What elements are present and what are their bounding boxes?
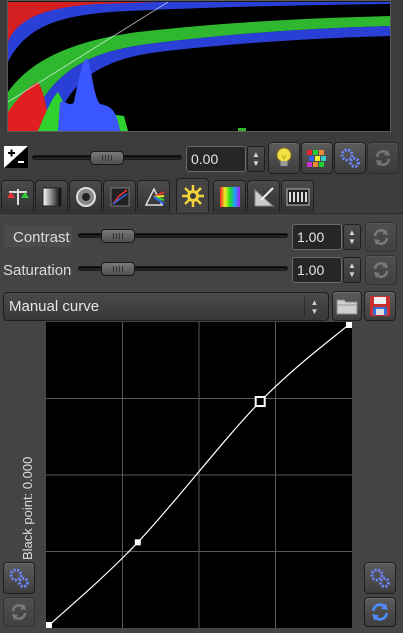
chevron-up-icon[interactable]: ▲ bbox=[348, 261, 356, 270]
exposure-reset-button[interactable] bbox=[367, 142, 399, 174]
contrast-value-field[interactable]: 1.00 bbox=[292, 224, 342, 250]
save-curve-button[interactable] bbox=[364, 291, 396, 321]
exposure-compensation-icon bbox=[4, 146, 28, 168]
open-curve-button[interactable] bbox=[332, 291, 362, 321]
spectrum-tab[interactable] bbox=[213, 180, 246, 212]
chevron-up-icon[interactable]: ▲ bbox=[348, 228, 356, 237]
gradient-square-icon bbox=[42, 187, 61, 206]
contrast-slider-thumb[interactable] bbox=[100, 229, 135, 243]
gears-icon bbox=[370, 568, 390, 588]
lens-icon bbox=[75, 186, 96, 207]
saturation-slider-thumb[interactable] bbox=[100, 262, 135, 276]
saturation-label: Saturation bbox=[3, 259, 71, 281]
saturation-value-field[interactable]: 1.00 bbox=[292, 257, 342, 283]
chevron-down-icon[interactable]: ▼ bbox=[252, 159, 260, 168]
curve-type-arrows[interactable]: ▲ ▼ bbox=[304, 297, 324, 317]
spectrum-icon bbox=[219, 186, 240, 207]
exposure-spinner[interactable]: ▲ ▼ bbox=[247, 146, 265, 172]
saturation-reset-button[interactable] bbox=[365, 255, 397, 285]
scales-icon bbox=[6, 188, 29, 205]
exposure-value: 0.00 bbox=[191, 151, 219, 167]
histogram bbox=[7, 1, 390, 131]
exposure-tab[interactable] bbox=[1, 180, 34, 212]
geometry-tab[interactable] bbox=[247, 180, 280, 212]
contrast-reset-button[interactable] bbox=[365, 222, 397, 252]
curve-control-point[interactable] bbox=[46, 622, 52, 628]
curve-control-point[interactable] bbox=[254, 396, 266, 408]
exposure-value-field[interactable]: 0.00 bbox=[186, 146, 246, 172]
reset-icon bbox=[373, 229, 389, 245]
raw-sensor-icon bbox=[110, 187, 129, 206]
saturation-value: 1.00 bbox=[297, 262, 325, 278]
color-prism-icon bbox=[144, 186, 165, 206]
save-disk-icon bbox=[370, 296, 390, 316]
curve-control-point[interactable] bbox=[346, 322, 352, 328]
histogram-plot bbox=[7, 1, 390, 131]
color-picker-button[interactable] bbox=[301, 142, 333, 174]
curve-editor[interactable] bbox=[45, 321, 353, 629]
saturation-label-text: Saturation bbox=[3, 261, 72, 279]
transform-tab[interactable] bbox=[176, 178, 209, 212]
black-point-label: Black point: 0.000 bbox=[20, 456, 35, 560]
contrast-value: 1.00 bbox=[297, 229, 325, 245]
color-grid-icon bbox=[307, 150, 326, 167]
chevron-down-icon[interactable]: ▼ bbox=[348, 270, 356, 279]
reset-icon bbox=[11, 604, 27, 620]
saturation-spinner[interactable]: ▲ ▼ bbox=[343, 257, 361, 283]
contrast-label: Contrast bbox=[13, 226, 70, 248]
curve-type-select[interactable]: Manual curve ▲ ▼ bbox=[3, 292, 329, 321]
curve-right-reset-button[interactable] bbox=[364, 597, 396, 627]
film-strip-icon bbox=[286, 188, 309, 205]
chevron-up-icon: ▲ bbox=[310, 298, 319, 307]
ruler-pencil-icon bbox=[254, 186, 274, 206]
auto-exposure-button[interactable] bbox=[268, 142, 300, 174]
curve-right-settings-button[interactable] bbox=[364, 562, 396, 594]
reset-icon bbox=[372, 603, 388, 621]
curve-type-label: Manual curve bbox=[9, 298, 100, 315]
contrast-spinner[interactable]: ▲ ▼ bbox=[343, 224, 361, 250]
chevron-up-icon[interactable]: ▲ bbox=[252, 150, 260, 159]
folder-icon bbox=[336, 299, 358, 315]
exposure-settings-button[interactable] bbox=[334, 142, 366, 174]
chevron-down-icon: ▼ bbox=[310, 307, 319, 316]
lens-tab[interactable] bbox=[69, 180, 102, 212]
contrast-label-text: Contrast bbox=[13, 228, 70, 246]
black-white-tab[interactable] bbox=[35, 180, 68, 212]
exposure-slider-thumb[interactable] bbox=[90, 151, 124, 165]
reset-icon bbox=[373, 262, 389, 278]
chevron-down-icon[interactable]: ▼ bbox=[348, 237, 356, 246]
light-bulb-icon bbox=[276, 147, 292, 166]
raw-tab[interactable] bbox=[103, 180, 136, 212]
gears-icon bbox=[9, 568, 29, 588]
color-tab[interactable] bbox=[137, 180, 170, 212]
curve-left-reset-button[interactable] bbox=[3, 597, 35, 627]
gears-icon bbox=[340, 148, 360, 168]
metadata-tab[interactable] bbox=[281, 180, 314, 212]
histogram-green-tick bbox=[238, 128, 246, 131]
sun-gear-icon bbox=[181, 184, 204, 207]
reset-icon bbox=[375, 150, 391, 166]
curve-control-point[interactable] bbox=[134, 539, 141, 546]
curve-grid bbox=[46, 322, 352, 628]
curve-left-settings-button[interactable] bbox=[3, 562, 35, 594]
